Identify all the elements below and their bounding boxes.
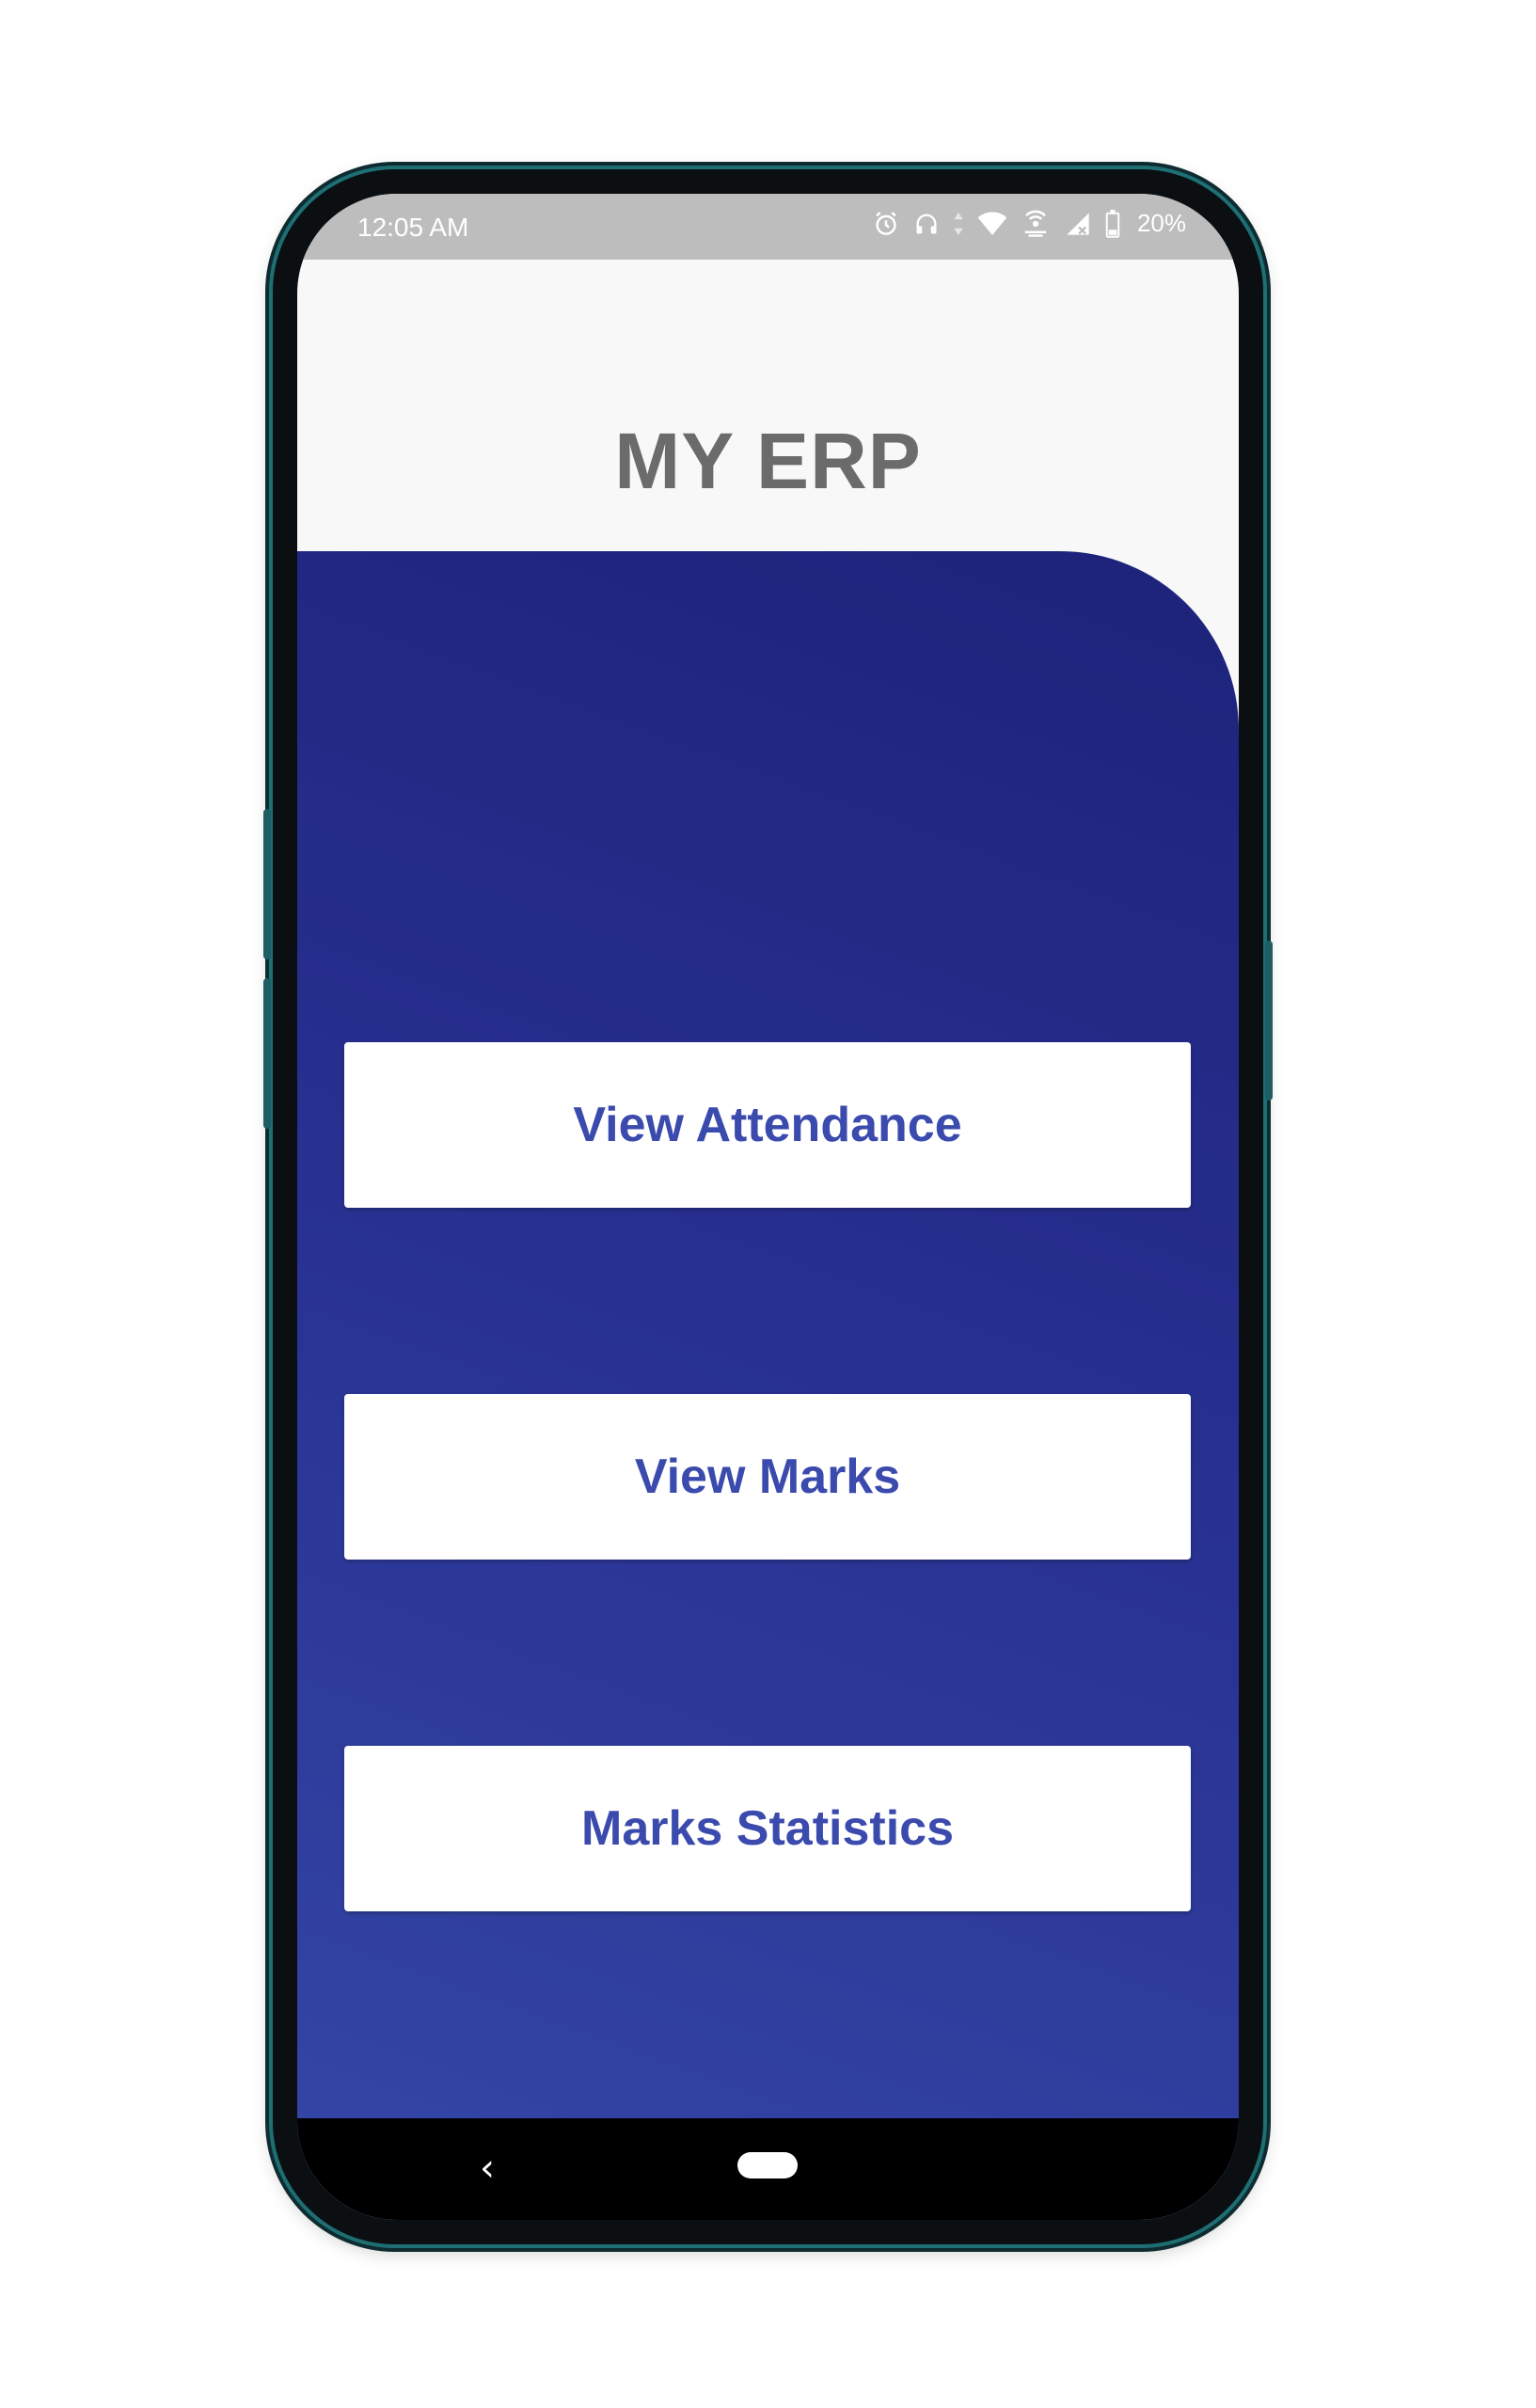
battery-icon <box>1105 209 1120 238</box>
status-time: 12:05 AM <box>357 213 469 242</box>
headphones-icon <box>916 214 937 233</box>
home-pill-icon[interactable] <box>737 2152 798 2178</box>
view-attendance-button[interactable]: View Attendance <box>344 1042 1191 1208</box>
app-title: MY ERP <box>614 417 922 505</box>
hotspot-icon <box>1024 210 1047 237</box>
signal-icon <box>1067 212 1089 235</box>
status-bar: 12:05 AM 20% <box>297 194 1239 260</box>
menu-panel: View Attendance View Marks Marks Statist… <box>297 551 1239 2177</box>
alarm-icon <box>876 211 896 235</box>
data-arrows-icon <box>954 212 963 235</box>
navigation-bar: ‹ <box>297 2118 1239 2220</box>
status-icons: 20% <box>872 209 1186 238</box>
marks-statistics-button[interactable]: Marks Statistics <box>344 1746 1191 1911</box>
volume-up-button <box>263 809 271 959</box>
view-marks-button[interactable]: View Marks <box>344 1394 1191 1560</box>
wifi-icon <box>977 211 1007 235</box>
phone-screen: 12:05 AM 20% MY ERP View Attendance View… <box>297 194 1239 2220</box>
volume-down-button <box>263 978 271 1129</box>
phone-frame: 12:05 AM 20% MY ERP View Attendance View… <box>263 169 1273 2244</box>
battery-percent: 20% <box>1136 209 1186 237</box>
back-icon[interactable]: ‹ <box>480 2147 495 2190</box>
power-button <box>1265 941 1273 1101</box>
